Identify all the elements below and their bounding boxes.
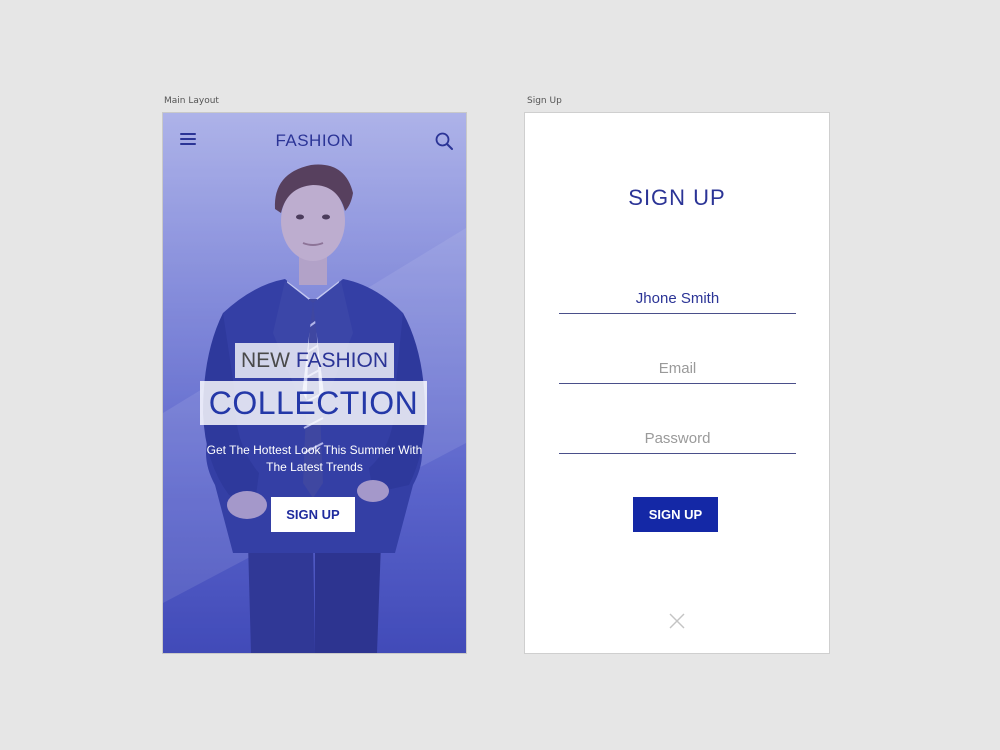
- signup-screen: SIGN UP SIGN UP: [525, 113, 829, 653]
- tagline-line-1: Get The Hottest Look This Summer With: [206, 443, 423, 457]
- hero-tagline: Get The Hottest Look This Summer With Th…: [183, 442, 446, 476]
- headline-fashion: FASHION: [295, 349, 388, 372]
- email-field[interactable]: [559, 353, 796, 384]
- tagline-line-2: The Latest Trends: [266, 460, 363, 474]
- artboard-label-main: Main Layout: [164, 96, 219, 106]
- signup-submit-button[interactable]: SIGN UP: [633, 497, 718, 532]
- close-icon[interactable]: [669, 613, 685, 629]
- main-layout-screen: FASHION NEW FASHION COLLECTION Get The H…: [163, 113, 466, 653]
- signup-title: SIGN UP: [628, 185, 726, 210]
- name-field[interactable]: [559, 283, 796, 314]
- artboard-label-signup: Sign Up: [527, 96, 562, 106]
- headline-collection: COLLECTION: [200, 381, 427, 425]
- search-icon[interactable]: [435, 132, 453, 150]
- top-bar: FASHION: [163, 113, 466, 169]
- hero-signup-button[interactable]: SIGN UP: [271, 497, 355, 532]
- headline-new-fashion: NEW FASHION: [235, 343, 394, 378]
- brand-title: FASHION: [275, 131, 354, 150]
- headline-new: NEW: [240, 349, 296, 372]
- password-field[interactable]: [559, 423, 796, 454]
